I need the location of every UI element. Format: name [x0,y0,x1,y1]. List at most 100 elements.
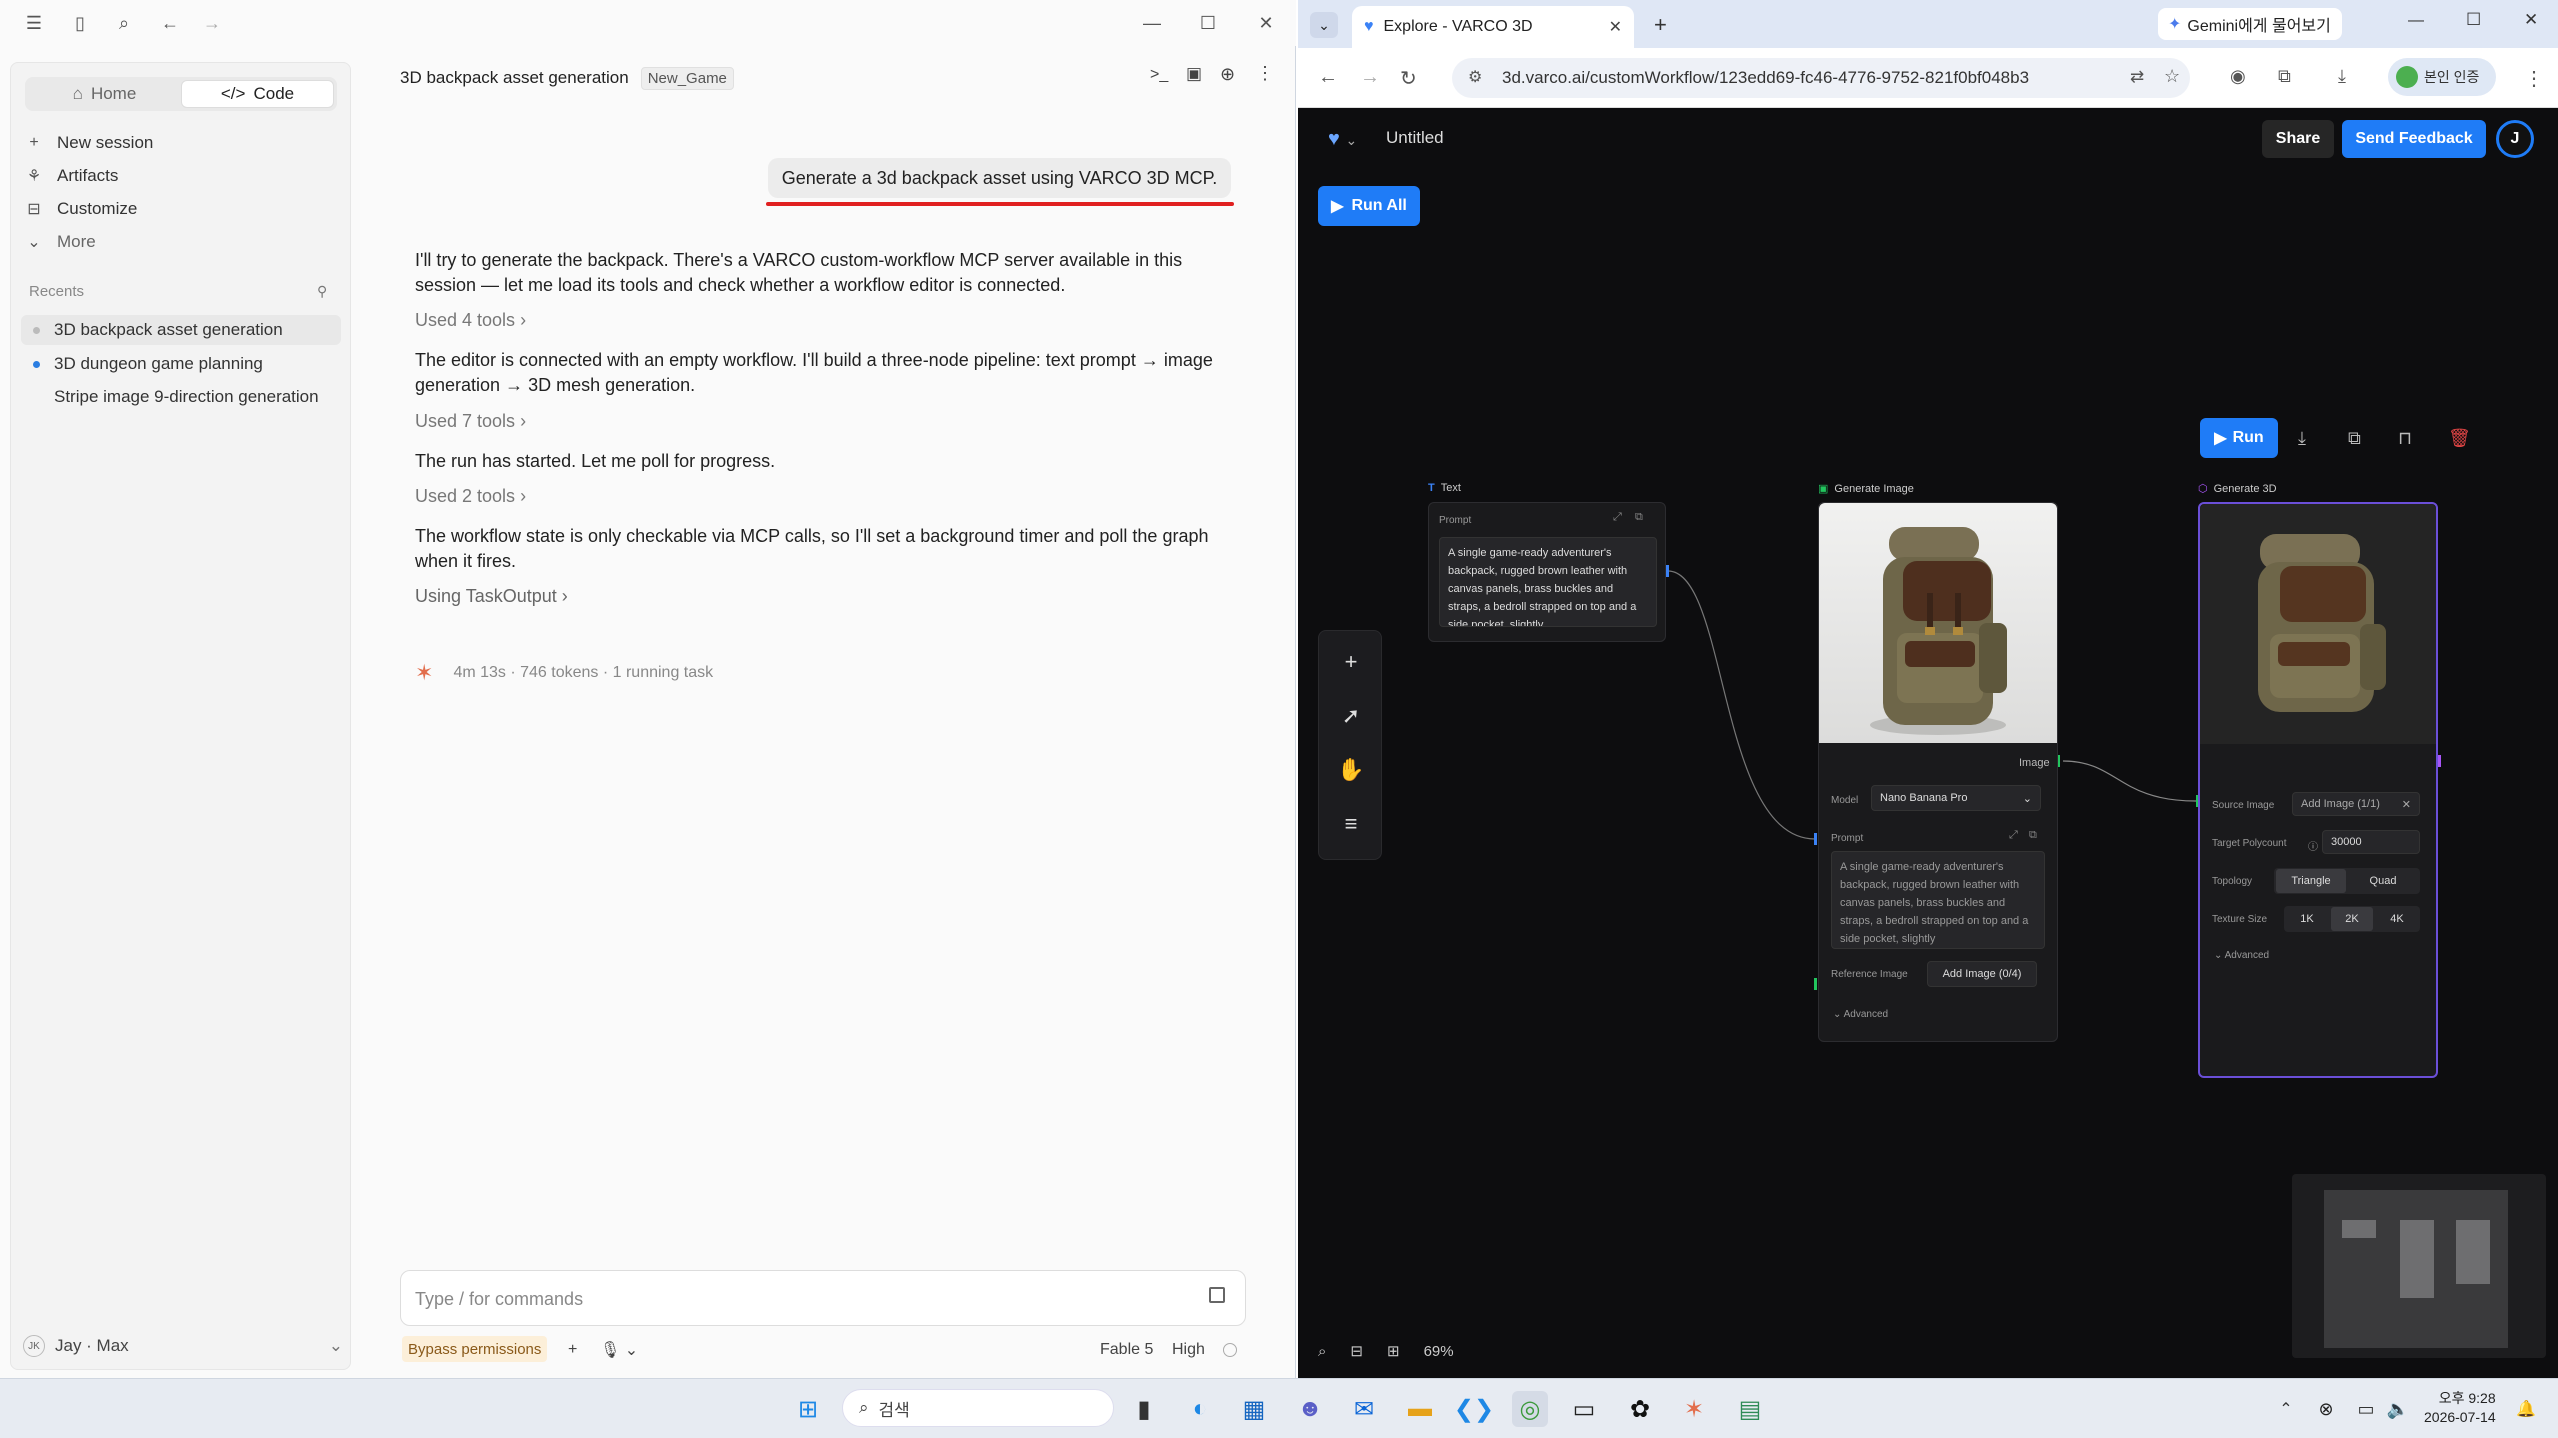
forward-icon[interactable]: → [200,11,224,35]
camera-icon[interactable]: ◉ [2230,66,2246,87]
filter-icon[interactable]: ⚲ [317,283,327,300]
gemini-button[interactable]: ✦ Gemini에게 물어보기 [2158,8,2342,40]
minimize-icon[interactable]: — [1140,11,1164,35]
tab-search-icon[interactable]: ⌄ [1310,12,1338,38]
nav-more[interactable]: ⌄ More [25,227,95,257]
start-icon[interactable]: ⊞ [790,1391,826,1427]
texture-1k-option[interactable]: 1K [2286,907,2328,931]
chrome-icon[interactable]: ◎ [1512,1391,1548,1427]
topology-triangle-option[interactable]: Triangle [2276,869,2346,893]
outlook-icon[interactable]: ✉ [1346,1391,1382,1427]
notepad-icon[interactable]: ▤ [1732,1391,1768,1427]
topology-quad-option[interactable]: Quad [2348,869,2418,893]
tab-code[interactable]: </> Code [181,80,334,108]
profile-button[interactable]: 본인 인증 [2388,58,2496,96]
archive-icon[interactable]: ⊟ [1350,1342,1363,1360]
tab-home[interactable]: ⌂ Home [28,80,181,108]
project-tag[interactable]: New_Game [640,66,734,90]
advanced-toggle[interactable]: ⌄ Advanced [2214,950,2269,961]
extensions-icon[interactable]: ⧉ [2278,66,2291,87]
permissions-mode-button[interactable]: Bypass permissions [402,1336,548,1362]
expand-icon[interactable]: ⤢ [2009,829,2018,842]
add-attachment-button[interactable]: + [568,1338,577,1362]
back-icon[interactable]: ← [1318,66,1338,89]
minimize-icon[interactable]: — [2408,12,2424,30]
menu-icon[interactable]: ☰ [22,11,46,35]
generate-3d-node[interactable]: 3D [2198,502,2438,792]
vscode-icon[interactable]: ❮❯ [1454,1391,1494,1427]
select-cursor-icon[interactable]: ➚ [1319,691,1383,741]
expand-icon[interactable]: ⤢ [1613,511,1622,524]
close-icon[interactable]: ✕ [1254,11,1278,35]
list-icon[interactable]: ≡ [1319,799,1383,849]
browser-menu-icon[interactable]: ⋮ [2524,66,2544,91]
close-icon[interactable]: ✕ [2524,10,2538,30]
recent-item[interactable]: 3D dungeon game planning [21,349,341,379]
advanced-toggle[interactable]: ⌄ Advanced [1833,1009,1888,1020]
nav-new-session[interactable]: + New session [25,128,153,158]
mic-button[interactable]: 🎙 ⌄ [600,1338,638,1362]
more-options-icon[interactable]: ⋮ [1256,63,1274,84]
model-select[interactable]: Nano Banana Pro ⌄ [1871,785,2041,811]
model-selector[interactable]: Fable 5 [1100,1338,1153,1362]
image-prompt-field[interactable]: A single game-ready adventurer's backpac… [1831,851,2045,949]
3d-model-preview[interactable] [2200,504,2436,744]
copy-icon[interactable]: ⧉ [1635,511,1643,524]
effort-selector[interactable]: High [1172,1338,1205,1362]
translate-icon[interactable]: ⇄ [2130,67,2144,87]
claude-icon[interactable]: ✶ [1676,1391,1712,1427]
url-field[interactable]: ⚙ 3d.varco.ai/customWorkflow/123edd69-fc… [1452,58,2190,98]
sidebar-toggle-icon[interactable]: ▯ [68,11,92,35]
account-row[interactable]: JK Jay · Max ⌄ [23,1331,343,1361]
prompt-input[interactable] [415,1285,1175,1313]
text-prompt-field[interactable]: A single game-ready adventurer's backpac… [1439,537,1657,627]
hand-pan-icon[interactable]: ✋ [1319,745,1383,795]
texture-4k-option[interactable]: 4K [2376,907,2418,931]
info-icon[interactable]: ⓘ [2308,838,2318,853]
polycount-input[interactable]: 30000 [2322,830,2420,854]
text-node[interactable]: Prompt ⤢ ⧉ A single game-ready adventure… [1428,502,1666,642]
store-icon[interactable]: ▦ [1236,1391,1272,1427]
search-icon[interactable]: ⌕ [1318,1343,1326,1360]
search-icon[interactable]: ⌕ [112,11,136,35]
notification-bell-icon[interactable]: 🔔 [2508,1391,2544,1427]
tool-summary[interactable]: Using TaskOutput › [415,586,568,607]
edge-icon[interactable]: ◐ [1182,1391,1218,1427]
recent-item[interactable]: Stripe image 9-direction generation [21,382,341,412]
network-icon[interactable]: ▭ [2348,1391,2384,1427]
tab-varco[interactable]: ♥ Explore - VARCO 3D ✕ [1352,6,1634,48]
texture-2k-option[interactable]: 2K [2331,907,2373,931]
nav-artifacts[interactable]: ⚘ Artifacts [25,161,119,191]
map-icon[interactable]: ⊞ [1387,1342,1400,1360]
stop-icon[interactable] [1209,1287,1225,1303]
chatgpt-icon[interactable]: ✿ [1622,1391,1658,1427]
file-explorer-icon[interactable]: ▬ [1402,1391,1438,1427]
terminal-icon[interactable]: >_ [1150,66,1168,84]
generate-image-node[interactable]: Image Model Nano Banana Pro ⌄ Prompt ⤢ ⧉ … [1818,502,2058,1042]
maximize-icon[interactable]: ☐ [1196,11,1220,35]
tool-summary[interactable]: Used 2 tools › [415,486,526,507]
maximize-icon[interactable]: ☐ [2466,10,2481,30]
tray-x-icon[interactable]: ⊗ [2308,1391,2344,1427]
minimap[interactable] [2292,1174,2546,1358]
site-info-icon[interactable]: ⚙ [1468,67,1482,87]
source-image-button[interactable]: Add Image (1/1) ✕ [2292,792,2420,816]
back-icon[interactable]: ← [158,11,182,35]
zoom-level[interactable]: 69% [1424,1343,1454,1360]
system-clock[interactable]: 오후 9:28 2026-07-14 [2424,1389,2496,1427]
tool-summary[interactable]: Used 4 tools › [415,310,526,331]
globe-icon[interactable]: ⊕ [1220,64,1235,85]
terminal-icon[interactable]: ▭ [1566,1391,1602,1427]
remove-icon[interactable]: ✕ [2402,798,2411,811]
reload-icon[interactable]: ↻ [1400,66,1417,91]
nav-customize[interactable]: ⊟ Customize [25,194,137,224]
panel-icon[interactable]: ▣ [1186,64,1202,84]
forward-icon[interactable]: → [1360,66,1380,89]
copy-icon[interactable]: ⧉ [2029,829,2037,842]
new-tab-icon[interactable]: + [1654,12,1667,38]
taskbar-search[interactable]: ⌕ 검색 [842,1389,1114,1427]
recent-item[interactable]: 3D backpack asset generation [21,315,341,345]
volume-icon[interactable]: 🔈 [2380,1391,2416,1427]
tool-summary[interactable]: Used 7 tools › [415,411,526,432]
add-node-icon[interactable]: + [1319,637,1383,687]
